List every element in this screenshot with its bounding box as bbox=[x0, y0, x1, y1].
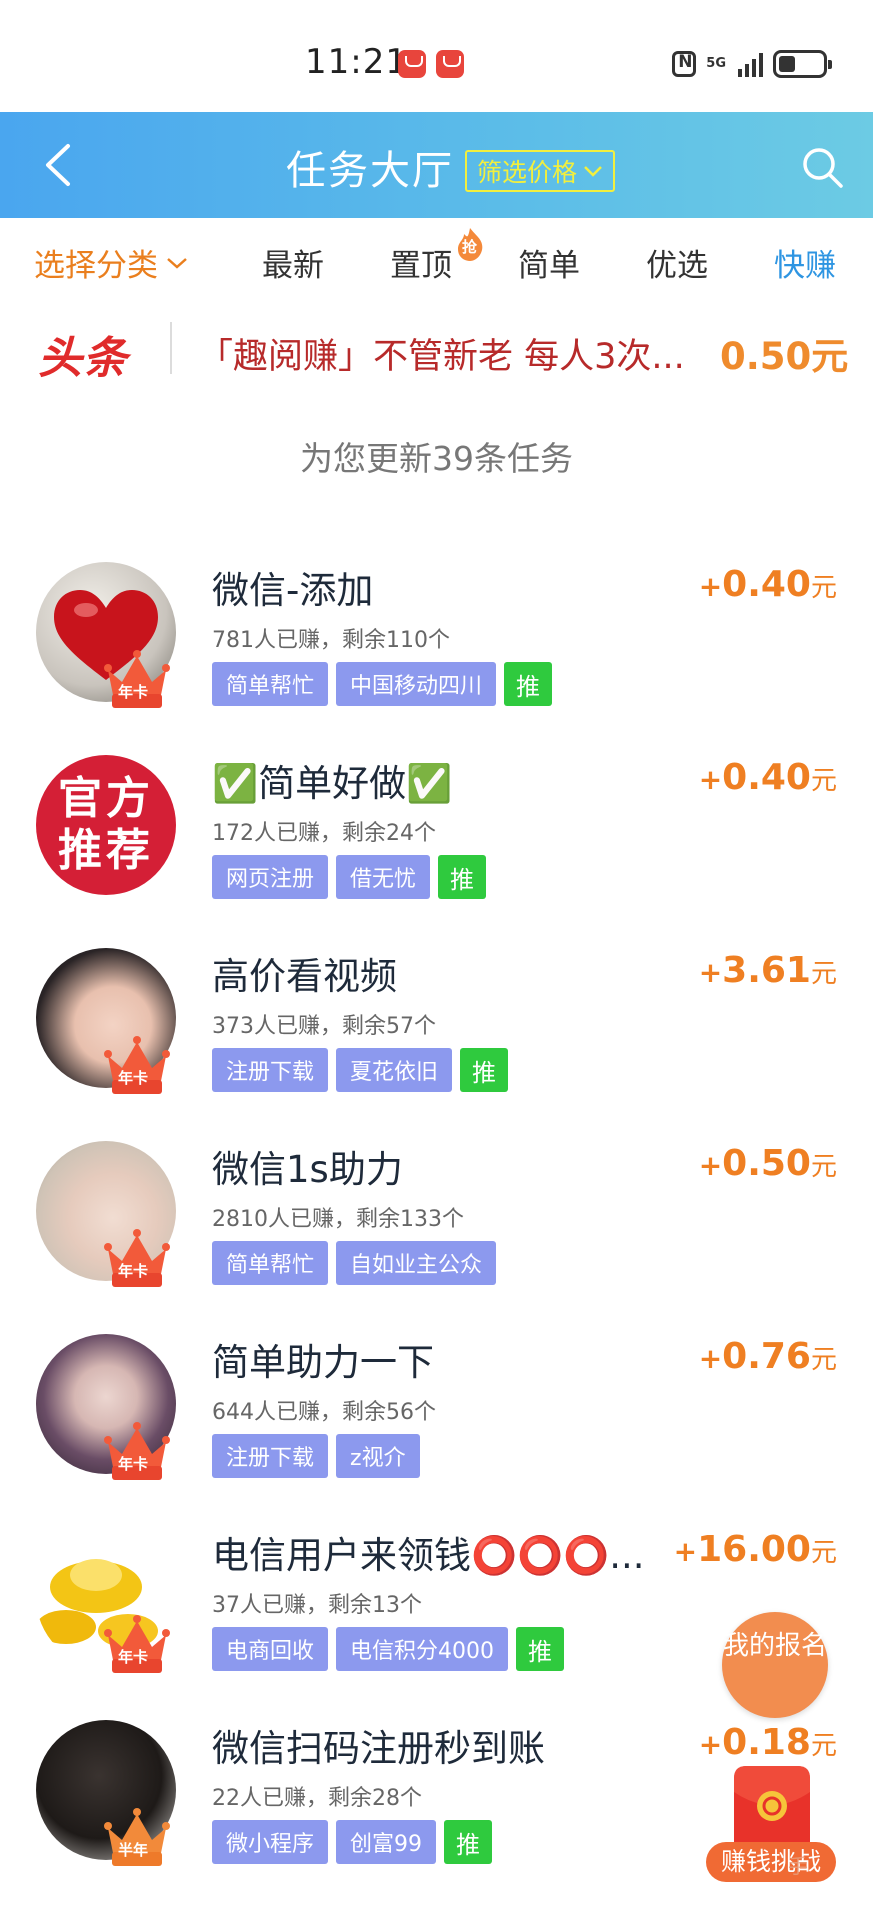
task-stats: 781人已赚，剩余110个 bbox=[212, 628, 450, 653]
task-stats: 37人已赚，剩余13个 bbox=[212, 1593, 422, 1618]
task-stats: 22人已赚，剩余28个 bbox=[212, 1786, 422, 1811]
task-item[interactable]: 年卡 微信1s助力 2810人已赚，剩余133个 简单帮忙 自如业主公众 +0.… bbox=[0, 1129, 873, 1322]
task-title: 高价看视频 bbox=[212, 955, 397, 998]
task-stats: 2810人已赚，剩余133个 bbox=[212, 1207, 464, 1232]
avatar-text: 官方 bbox=[58, 773, 154, 824]
recommend-badge: 推 bbox=[438, 855, 487, 899]
membership-badge: 年卡 bbox=[118, 1648, 149, 1666]
task-tag: 中国移动四川 bbox=[336, 662, 497, 706]
task-tag: 自如业主公众 bbox=[336, 1241, 497, 1285]
chevron-down-icon bbox=[584, 166, 602, 177]
membership-badge: 年卡 bbox=[118, 1455, 149, 1473]
battery-icon bbox=[773, 50, 832, 78]
category-select[interactable]: 选择分类 bbox=[34, 240, 188, 285]
task-reward: +0.40元 bbox=[698, 564, 837, 605]
earn-challenge-button[interactable]: 赚钱挑战 bbox=[706, 1842, 836, 1882]
tab-latest[interactable]: 最新 bbox=[262, 240, 324, 285]
task-title: 简单助力一下 bbox=[212, 1341, 434, 1384]
my-signup-button[interactable]: 我的报名 bbox=[722, 1612, 828, 1718]
task-tag: 注册下载 bbox=[212, 1434, 329, 1478]
filter-price-label: 筛选价格 bbox=[477, 158, 578, 187]
task-reward: +0.76元 bbox=[698, 1336, 837, 1377]
back-arrow-icon[interactable] bbox=[38, 142, 84, 188]
network-type: 5G bbox=[706, 56, 726, 71]
membership-badge: 年卡 bbox=[118, 683, 149, 701]
task-reward: +0.18元 bbox=[698, 1722, 837, 1763]
headline-tag: 头条 bbox=[38, 333, 128, 384]
filter-price-button[interactable]: 筛选价格 bbox=[465, 150, 616, 192]
task-tag: 微小程序 bbox=[212, 1820, 329, 1864]
tab-preferred[interactable]: 优选 bbox=[646, 240, 708, 285]
app-notification-icon bbox=[436, 50, 464, 78]
task-title: 电信用户来领钱⭕⭕⭕... bbox=[212, 1534, 645, 1577]
task-tag: 注册下载 bbox=[212, 1048, 329, 1092]
task-item[interactable]: 年卡 简单助力一下 644人已赚，剩余56个 注册下载 z视介 +0.76元 bbox=[0, 1322, 873, 1515]
task-title: 微信1s助力 bbox=[212, 1148, 403, 1191]
recommend-badge: 推 bbox=[444, 1820, 493, 1864]
tab-quick-earn[interactable]: 快赚 bbox=[774, 240, 836, 285]
task-tag: 简单帮忙 bbox=[212, 1241, 329, 1285]
tab-simple[interactable]: 简单 bbox=[518, 240, 580, 285]
task-item[interactable]: 年卡 高价看视频 373人已赚，剩余57个 注册下载 夏花依旧 推 +3.61元 bbox=[0, 936, 873, 1129]
task-tag: 网页注册 bbox=[212, 855, 329, 899]
tab-pinned[interactable]: 置顶 bbox=[390, 240, 452, 285]
hot-badge-label: 抢 bbox=[462, 238, 478, 256]
task-item[interactable]: 官方 推荐 ✅简单好做✅ 172人已赚，剩余24个 网页注册 借无忧 推 +0.… bbox=[0, 743, 873, 936]
avatar-text: 推荐 bbox=[58, 825, 154, 876]
task-reward: +0.50元 bbox=[698, 1143, 837, 1184]
task-tag: 借无忧 bbox=[336, 855, 431, 899]
membership-badge: 年卡 bbox=[118, 1069, 149, 1087]
task-title: ✅简单好做✅ bbox=[212, 762, 453, 805]
category-label: 选择分类 bbox=[34, 248, 158, 284]
task-title: 微信-添加 bbox=[212, 569, 374, 612]
headline-banner[interactable]: 头条 「趣阅赚」不管新老 每人3次... 0.50元 bbox=[0, 300, 873, 400]
task-tag: 电信积分4000 bbox=[336, 1627, 509, 1671]
task-tag: 简单帮忙 bbox=[212, 662, 329, 706]
filter-tabs: 选择分类 最新 置顶 抢 简单 优选 快赚 bbox=[0, 218, 873, 300]
status-bar: 11:21 5G bbox=[0, 0, 873, 112]
watermark: 手 bbox=[788, 1854, 808, 1878]
task-title: 微信扫码注册秒到账 bbox=[212, 1727, 545, 1770]
headline-price: 0.50元 bbox=[720, 335, 849, 378]
task-tag: z视介 bbox=[336, 1434, 420, 1478]
task-tag: 创富99 bbox=[336, 1820, 437, 1864]
search-icon[interactable] bbox=[799, 144, 845, 190]
chevron-down-icon bbox=[167, 257, 187, 269]
recommend-badge: 推 bbox=[504, 662, 553, 706]
task-tag: 夏花依旧 bbox=[336, 1048, 453, 1092]
divider bbox=[170, 322, 172, 374]
task-reward: +16.00元 bbox=[673, 1529, 837, 1570]
task-stats: 172人已赚，剩余24个 bbox=[212, 821, 436, 846]
task-reward: +0.40元 bbox=[698, 757, 837, 798]
app-notification-icon bbox=[398, 50, 426, 78]
membership-badge: 年卡 bbox=[118, 1262, 149, 1280]
recommend-badge: 推 bbox=[516, 1627, 565, 1671]
app-header: 任务大厅 筛选价格 bbox=[0, 112, 873, 218]
membership-badge: 半年 bbox=[118, 1841, 149, 1859]
task-stats: 373人已赚，剩余57个 bbox=[212, 1014, 436, 1039]
my-signup-label: 我的报名 bbox=[722, 1631, 827, 1661]
signal-icon bbox=[738, 51, 763, 77]
recommend-badge: 推 bbox=[460, 1048, 509, 1092]
page-title: 任务大厅 bbox=[286, 148, 454, 194]
headline-text: 「趣阅赚」不管新老 每人3次... bbox=[198, 337, 685, 377]
nfc-icon bbox=[672, 51, 697, 77]
task-reward: +3.61元 bbox=[698, 950, 837, 991]
task-stats: 644人已赚，剩余56个 bbox=[212, 1400, 436, 1425]
task-item[interactable]: 年卡 微信-添加 781人已赚，剩余110个 简单帮忙 中国移动四川 推 +0.… bbox=[0, 550, 873, 743]
update-note: 为您更新39条任务 bbox=[300, 439, 573, 478]
status-time: 11:21 bbox=[305, 42, 408, 82]
avatar: 官方 推荐 bbox=[36, 755, 176, 895]
task-tag: 电商回收 bbox=[212, 1627, 329, 1671]
